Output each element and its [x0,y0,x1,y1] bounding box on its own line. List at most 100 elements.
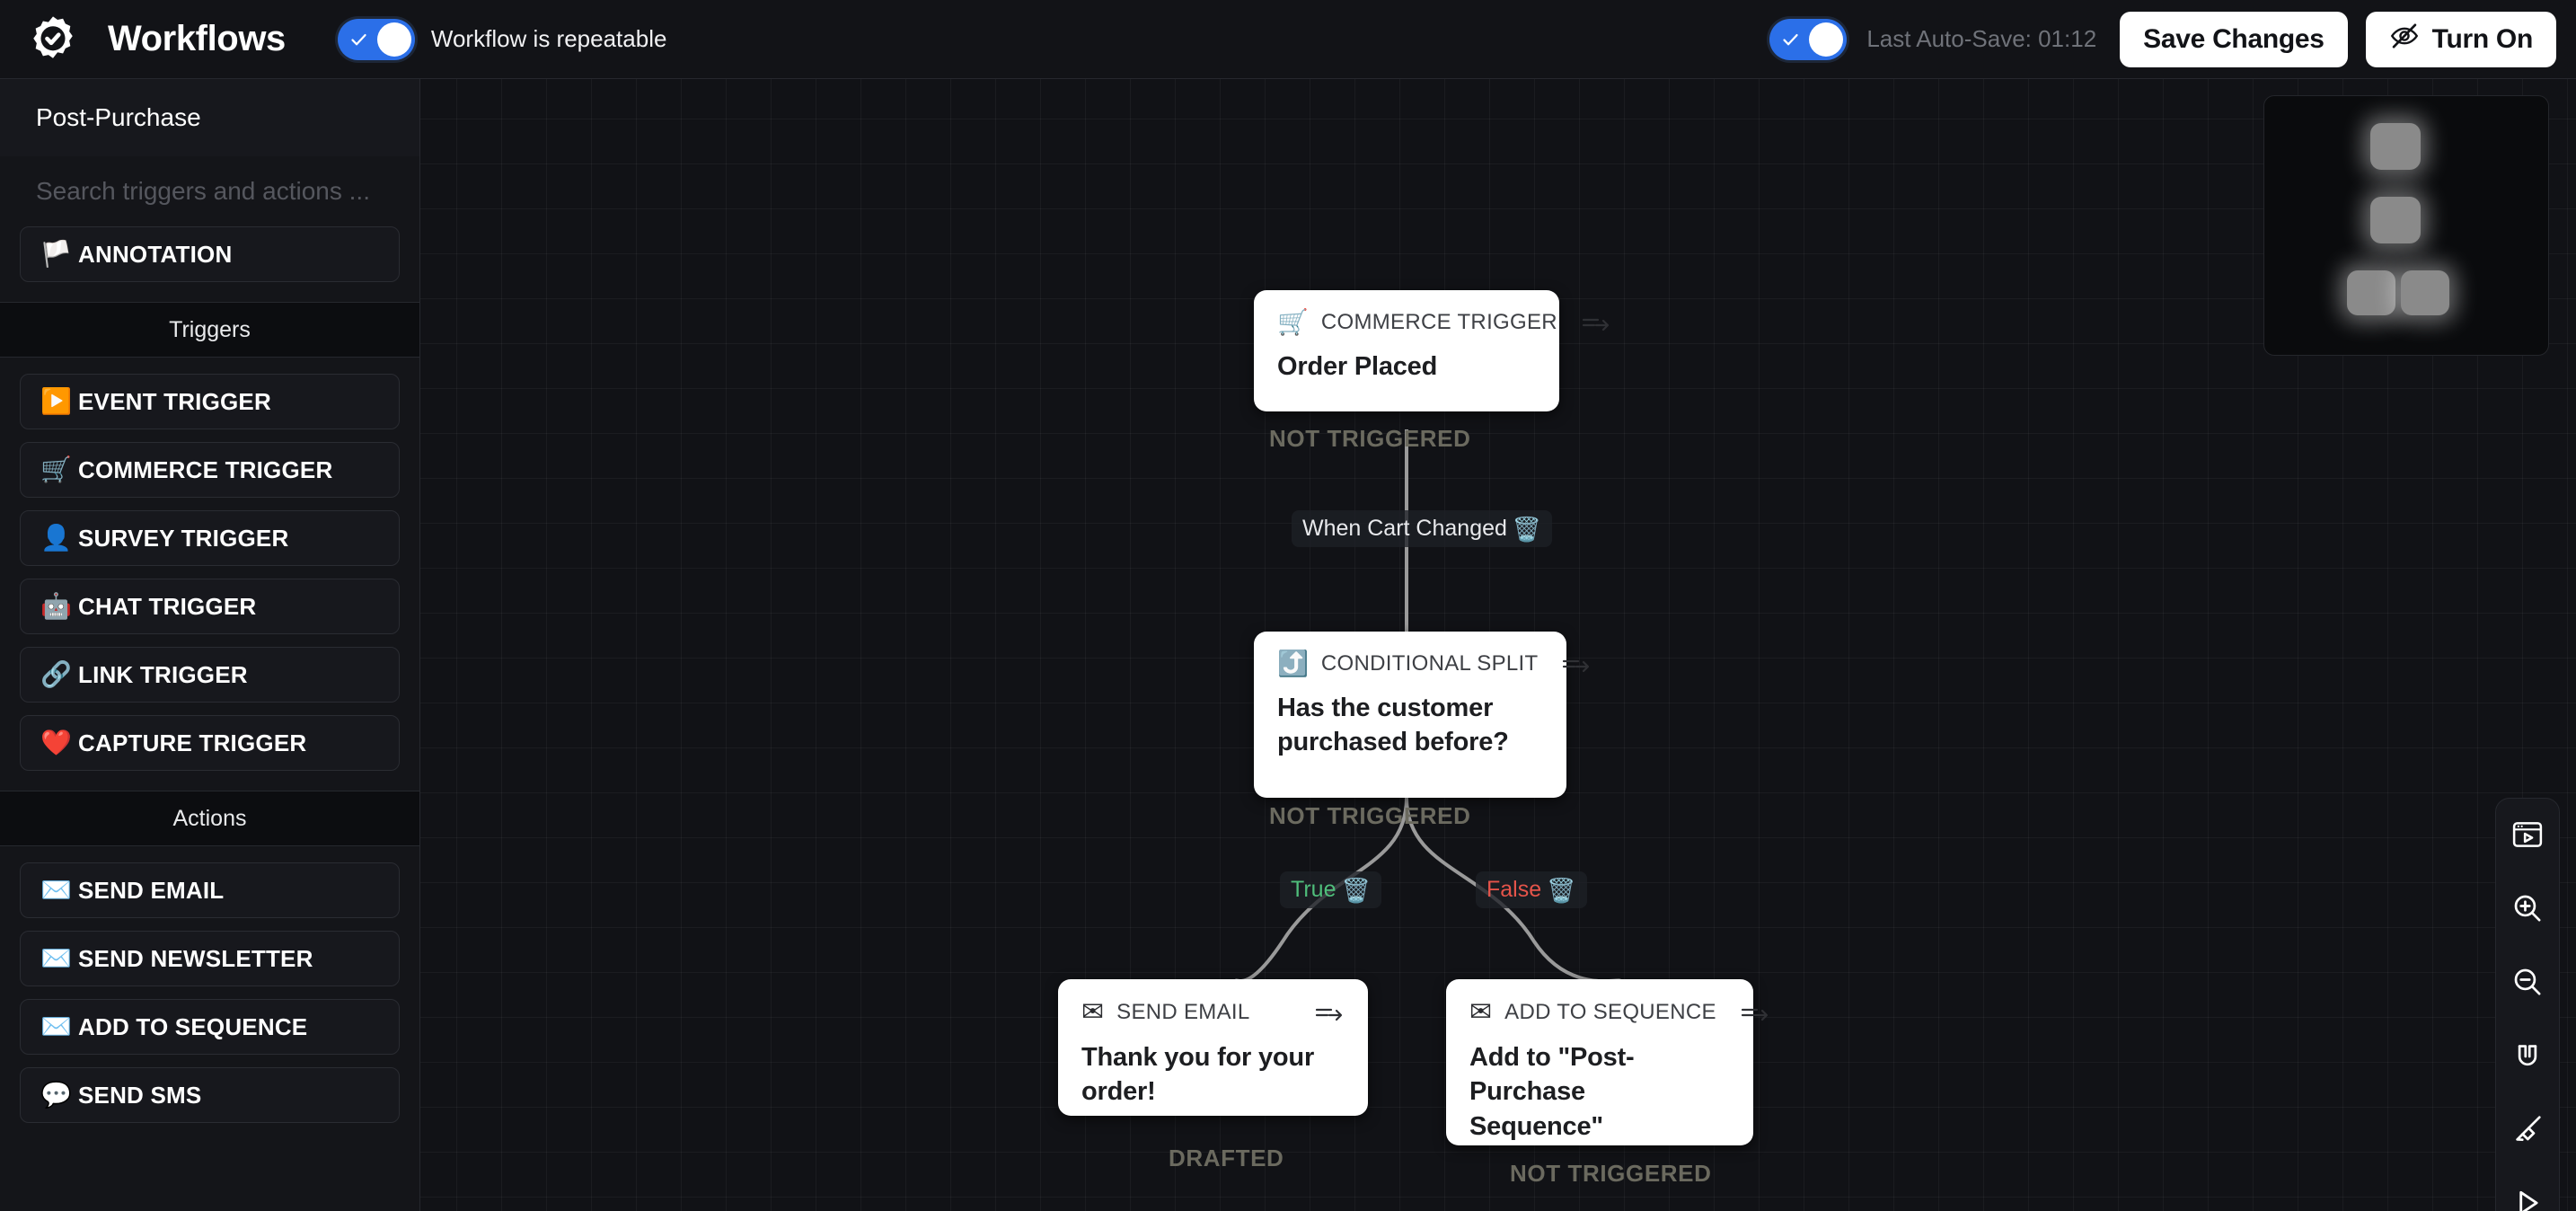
edge-label-false[interactable]: False 🗑️ [1476,871,1587,908]
repeatable-toggle[interactable] [337,18,415,60]
node-title: Add to "Post-Purchase Sequence" [1469,1043,1635,1141]
save-changes-button[interactable]: Save Changes [2120,11,2348,67]
magnet-snap-icon[interactable] [2502,1030,2553,1081]
zoom-out-icon[interactable] [2502,957,2553,1007]
palette-item-send-sms[interactable]: 💬 SEND SMS [20,1067,400,1123]
section-header-triggers: Triggers [0,302,419,358]
turn-on-label: Turn On [2431,23,2534,54]
envelope-icon: ✉️ [40,944,72,972]
node-header: ✉ ADD TO SEQUENCE [1469,996,1768,1028]
check-icon [349,30,368,49]
node-kind: SEND EMAIL [1116,1000,1250,1024]
eye-slash-icon [2389,21,2420,58]
palette-item-survey-trigger[interactable]: 👤 SURVEY TRIGGER [20,510,400,566]
palette-item-annotation[interactable]: 🏳️ ANNOTATION [20,226,400,282]
minimap-node [2370,197,2421,243]
node-expand-arrow-icon[interactable] [1557,314,1611,331]
turn-on-button[interactable]: Turn On [2365,11,2556,67]
node-title: Order Placed [1277,352,1438,381]
palette-item-label: CAPTURE TRIGGER [78,729,307,756]
minimap-node [2347,270,2395,315]
trash-icon[interactable]: 🗑️ [1341,879,1370,902]
envelope-icon: ✉ [1081,996,1105,1028]
node-status-add-to-sequence: NOT TRIGGERED [1510,1160,1712,1187]
search-box[interactable] [0,156,419,226]
node-kind: ADD TO SEQUENCE [1504,1000,1716,1024]
palette-item-send-newsletter[interactable]: ✉️ SEND NEWSLETTER [20,931,400,986]
node-expand-arrow-icon[interactable] [1291,1003,1345,1021]
edge-label-text: True [1291,877,1337,902]
node-status-conditional-split: NOT TRIGGERED [1269,802,1471,829]
trash-icon[interactable]: 🗑️ [1513,517,1541,541]
palette-item-label: COMMERCE TRIGGER [78,455,333,483]
curved-arrow-icon: ⤴️ [1277,650,1309,677]
node-title: Thank you for your order! [1081,1043,1315,1107]
palette-item-label: EVENT TRIGGER [78,387,271,415]
canvas-toolbar [2495,798,2560,1211]
node-send-email[interactable]: ✉ SEND EMAIL Thank you for your order! [1058,979,1368,1116]
node-header: 🛒 COMMERCE TRIGGER [1277,308,1610,336]
sidebar: Post-Purchase 🏳️ ANNOTATION Triggers ▶️ … [0,79,420,1211]
autosave-toggle[interactable] [1769,18,1848,60]
palette-item-label: SURVEY TRIGGER [78,524,289,552]
edge-label-true[interactable]: True 🗑️ [1280,871,1381,908]
minimap[interactable] [2263,95,2549,356]
check-icon [1781,30,1800,49]
app-logo[interactable] [0,13,106,66]
edge-label-text: When Cart Changed [1302,516,1507,541]
search-input[interactable] [36,177,384,206]
save-changes-label: Save Changes [2143,23,2325,54]
palette-item-commerce-trigger[interactable]: 🛒 COMMERCE TRIGGER [20,442,400,498]
palette-item-chat-trigger[interactable]: 🤖 CHAT TRIGGER [20,579,400,634]
node-status-order-placed: NOT TRIGGERED [1269,425,1471,452]
node-add-to-sequence[interactable]: ✉ ADD TO SEQUENCE Add to "Post-Purchase … [1446,979,1768,1145]
palette-item-link-trigger[interactable]: 🔗 LINK TRIGGER [20,647,400,703]
play-run-icon[interactable] [2502,1178,2553,1211]
envelope-icon: ✉ [1469,996,1493,1028]
node-expand-arrow-icon[interactable] [1538,655,1592,673]
broom-cleanup-icon[interactable] [2502,1104,2553,1154]
minimap-node [2370,123,2421,170]
workflow-name[interactable]: Post-Purchase [0,79,419,156]
node-status-send-email: DRAFTED [1169,1145,1284,1171]
robot-icon: 🤖 [40,592,72,620]
palette-item-add-to-sequence[interactable]: ✉️ ADD TO SEQUENCE [20,999,400,1055]
workflow-editor: Workflows Workflow is repeatable Last Au… [0,0,2576,1211]
preview-window-icon[interactable] [2502,809,2553,860]
heart-icon: ❤️ [40,729,72,756]
node-conditional-split[interactable]: ⤴️ CONDITIONAL SPLIT Has the customer pu… [1254,632,1590,798]
envelope-icon: ✉️ [40,876,72,904]
speech-bubble-icon: 💬 [40,1081,72,1109]
shopping-cart-icon: 🛒 [40,455,72,483]
flag-icon: 🏳️ [40,240,72,268]
node-title: Has the customer purchased before? [1277,694,1509,757]
zoom-in-icon[interactable] [2502,883,2553,933]
palette-item-label: SEND EMAIL [78,876,225,904]
edge-label-when-cart-changed[interactable]: When Cart Changed 🗑️ [1292,510,1553,547]
palette-item-send-email[interactable]: ✉️ SEND EMAIL [20,862,400,918]
palette-item-capture-trigger[interactable]: ❤️ CAPTURE TRIGGER [20,715,400,771]
edge-label-text: False [1486,877,1542,902]
palette-item-label: LINK TRIGGER [78,660,248,688]
workflow-canvas[interactable]: 🛒 COMMERCE TRIGGER Order Placed NOT TRIG… [420,79,2576,1211]
autosave-status: Last Auto-Save: 01:12 [1866,25,2097,52]
palette-item-label: ADD TO SEQUENCE [78,1012,308,1040]
app-header: Workflows Workflow is repeatable Last Au… [0,0,2576,79]
node-expand-arrow-icon[interactable] [1716,1003,1770,1021]
shopping-cart-icon: 🛒 [1277,308,1309,336]
palette-item-label: SEND SMS [78,1081,202,1109]
node-kind: CONDITIONAL SPLIT [1320,651,1539,676]
toggle-knob [1809,22,1844,57]
toggle-knob [376,22,411,57]
palette-item-label: ANNOTATION [78,240,233,268]
repeatable-label: Workflow is repeatable [430,25,667,52]
palette-item-label: SEND NEWSLETTER [78,944,313,972]
node-kind: COMMERCE TRIGGER [1320,310,1557,334]
palette-item-event-trigger[interactable]: ▶️ EVENT TRIGGER [20,374,400,429]
play-icon: ▶️ [40,387,72,415]
person-icon: 👤 [40,524,72,552]
app-title: Workflows [108,19,286,58]
trash-icon[interactable]: 🗑️ [1547,879,1575,902]
palette-item-label: CHAT TRIGGER [78,592,257,620]
node-order-placed[interactable]: 🛒 COMMERCE TRIGGER Order Placed [1254,290,1610,411]
